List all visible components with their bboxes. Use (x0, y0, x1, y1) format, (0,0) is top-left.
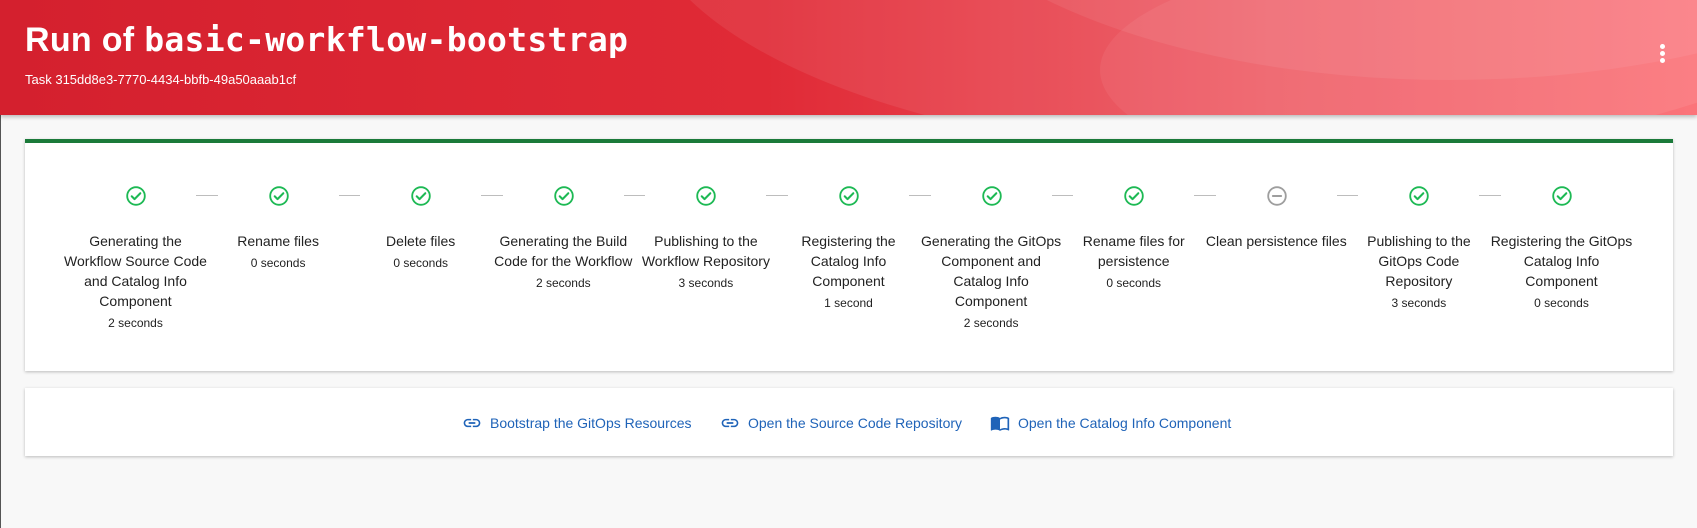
page-title: Run of basic-workflow-bootstrap (25, 20, 628, 60)
link-label: Bootstrap the GitOps Resources (490, 415, 692, 431)
catalog-book-icon (990, 416, 1010, 431)
step-name: Registering the Catalog Info Component (801, 233, 896, 289)
step-duration: 2 seconds (535, 276, 591, 290)
step-duration: 0 seconds (250, 256, 306, 270)
step-name: Rename files for persistence (1082, 233, 1185, 269)
more-vert-icon[interactable] (1652, 44, 1672, 68)
step-label: Rename files 0 seconds (207, 231, 350, 273)
check-circle-icon (553, 185, 575, 207)
template-name: basic-workflow-bootstrap (144, 20, 629, 59)
step-name: Registering the GitOps Catalog Info Comp… (1490, 233, 1633, 289)
step-name: Publishing to the GitOps Code Repository (1367, 233, 1471, 289)
step-connector (1194, 195, 1216, 196)
page-header: Run of basic-workflow-bootstrap Task 315… (0, 0, 1697, 115)
task-id: Task 315dd8e3-7770-4434-bbfb-49a50aaab1c… (25, 72, 297, 87)
check-circle-icon (268, 185, 290, 207)
link-source-repo[interactable]: Open the Source Code Repository (720, 413, 962, 433)
step-label: Delete files 0 seconds (349, 231, 492, 273)
step-label: Publishing to the GitOps Code Repository… (1347, 231, 1490, 313)
step-duration: 3 seconds (1391, 296, 1447, 310)
step-connector (1336, 195, 1359, 196)
step-label: Registering the Catalog Info Component 1 … (777, 231, 920, 313)
step-name: Clean persistence files (1205, 233, 1347, 249)
step-name: Delete files (386, 233, 456, 249)
task-steps-card: Generating the Workflow Source Code and … (25, 139, 1673, 371)
step-label: Generating the Build Code for the Workfl… (492, 231, 635, 293)
step-duration: 0 seconds (393, 256, 449, 270)
step-label: Publishing to the Workflow Repository 3 s… (634, 231, 777, 293)
check-circle-icon (1408, 185, 1430, 207)
step-connector (1479, 195, 1501, 196)
step-label: Clean persistence files (1205, 231, 1348, 251)
step-duration: 0 seconds (1534, 296, 1589, 310)
link-icon (721, 418, 739, 428)
title-prefix: Run of (25, 21, 135, 59)
step-duration: 2 seconds (963, 316, 1019, 330)
link-label: Open the Catalog Info Component (1018, 415, 1232, 431)
step-duration: 0 seconds (1106, 276, 1162, 290)
step-connector (481, 195, 503, 196)
link-icon (463, 418, 481, 428)
step-name: Rename files (237, 233, 319, 249)
output-links-card: Bootstrap the GitOps Resources Open the … (25, 388, 1673, 456)
step-connector (766, 195, 788, 196)
step-connector (1051, 195, 1074, 196)
step-label: Generating the GitOps Component and Cata… (920, 231, 1063, 333)
check-circle-icon (410, 185, 432, 207)
step-name: Generating the Workflow Source Code and … (64, 233, 207, 309)
step-connector (338, 195, 361, 196)
link-catalog-info[interactable]: Open the Catalog Info Component (990, 413, 1231, 433)
step-connector (196, 195, 218, 196)
check-circle-icon (125, 185, 147, 207)
step-duration: 3 seconds (678, 276, 734, 290)
check-circle-icon (1551, 185, 1573, 207)
step-connector (623, 195, 646, 196)
header-decoration (1100, 0, 1697, 115)
check-circle-icon (981, 185, 1003, 207)
step-duration: 2 seconds (108, 316, 163, 330)
check-circle-icon (838, 185, 860, 207)
link-label: Open the Source Code Repository (748, 415, 963, 431)
step-label: Generating the Workflow Source Code and … (64, 231, 207, 333)
check-circle-icon (1123, 185, 1145, 207)
link-bootstrap-gitops[interactable]: Bootstrap the GitOps Resources (462, 413, 692, 433)
step-name: Publishing to the Workflow Repository (641, 233, 770, 269)
check-circle-icon (695, 185, 717, 207)
step-connector (909, 195, 931, 196)
remove-circle-icon (1266, 185, 1288, 207)
step-name: Generating the GitOps Component and Cata… (921, 233, 1062, 309)
step-label: Rename files for persistence 0 seconds (1062, 231, 1205, 293)
step-name: Generating the Build Code for the Workfl… (494, 233, 633, 269)
step-duration: 1 second (824, 296, 873, 310)
step-label: Registering the GitOps Catalog Info Comp… (1490, 231, 1633, 313)
